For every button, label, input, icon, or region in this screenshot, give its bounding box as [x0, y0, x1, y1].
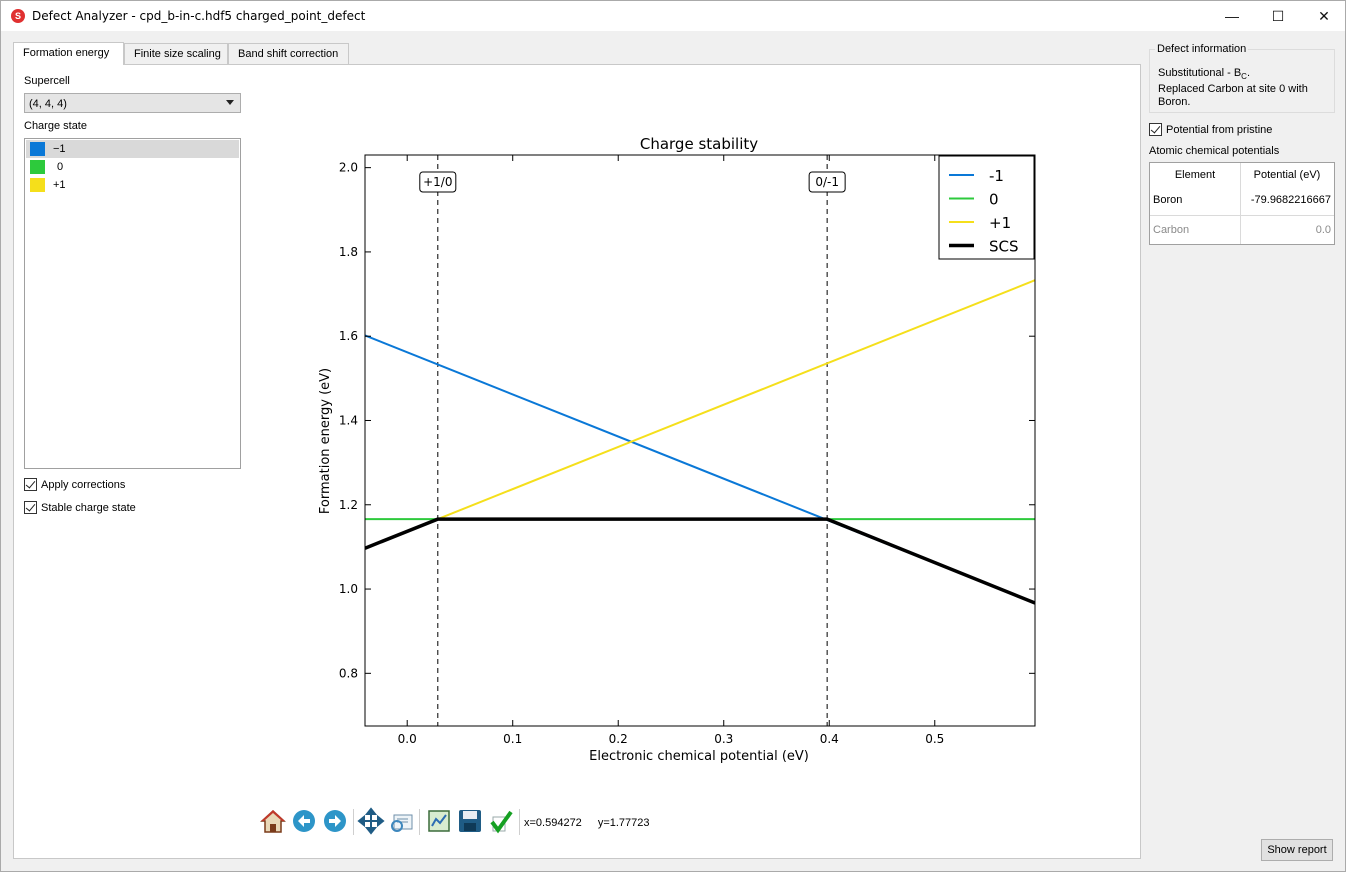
transition-label: +1/0 [423, 175, 452, 189]
edit-check-icon[interactable] [487, 807, 515, 835]
table-cell-potential[interactable]: -79.9682216667 [1242, 194, 1331, 206]
transition-label: 0/-1 [815, 175, 839, 189]
x-tick-label: 0.4 [820, 732, 839, 746]
legend-box [938, 155, 1035, 260]
charge-state-item-minus1[interactable]: −1 [26, 140, 239, 158]
tab-finite-size-scaling[interactable]: Finite size scaling [124, 43, 228, 64]
charge-state-item-label: 0 [57, 161, 64, 173]
charge-state-list[interactable]: −1 0 +1 [24, 138, 241, 469]
y-tick-label: 1.8 [339, 245, 358, 259]
legend-label: +1 [989, 214, 1011, 232]
subplots-icon[interactable] [425, 807, 453, 835]
save-icon[interactable] [456, 807, 484, 835]
chevron-down-icon [226, 100, 234, 105]
toolbar-separator [353, 809, 354, 835]
minimize-button[interactable]: — [1209, 1, 1255, 31]
potential-from-pristine-label: Potential from pristine [1166, 124, 1273, 136]
table-header-potential: Potential (eV) [1253, 169, 1321, 181]
potential-from-pristine-checkbox[interactable] [1149, 123, 1162, 136]
zoom-icon[interactable] [388, 807, 416, 835]
defect-type: Substitutional - BC. [1158, 67, 1250, 82]
legend-label: SCS [989, 238, 1019, 256]
y-tick-label: 1.2 [339, 498, 358, 512]
show-report-button[interactable]: Show report [1261, 839, 1333, 861]
table-header-element: Element [1174, 169, 1216, 181]
home-icon[interactable] [259, 807, 287, 835]
cursor-coordinates: x=0.594272 y=1.77723 [524, 817, 650, 829]
back-icon[interactable] [290, 807, 318, 835]
close-button[interactable]: ✕ [1301, 1, 1346, 31]
table-cell-potential: 0.0 [1315, 224, 1331, 236]
app-window: S Defect Analyzer - cpd_b-in-c.hdf5 char… [0, 0, 1346, 872]
y-tick-label: 2.0 [339, 161, 358, 175]
defect-replacement: Replaced Carbon at site 0 with Boron. [1158, 83, 1308, 109]
tab-formation-energy[interactable]: Formation energy [13, 42, 124, 65]
maximize-button[interactable]: ☐ [1255, 1, 1301, 31]
forward-icon[interactable] [321, 807, 349, 835]
x-axis-label: Electronic chemical potential (eV) [589, 749, 809, 764]
x-tick-label: 0.5 [925, 732, 944, 746]
table-divider [1150, 215, 1334, 216]
defect-information-title: Defect information [1155, 43, 1249, 55]
charge-state-item-plus1[interactable]: +1 [26, 176, 239, 194]
plot-frame [364, 154, 1036, 727]
color-swatch [30, 178, 45, 192]
supercell-value: (4, 4, 4) [29, 98, 67, 110]
charge-state-item-label: +1 [53, 179, 66, 191]
color-swatch [30, 160, 45, 174]
y-axis-label: Formation energy (eV) [318, 368, 333, 514]
legend-label: -1 [989, 167, 1004, 185]
x-tick-label: 0.1 [503, 732, 522, 746]
table-cell-element: Carbon [1153, 224, 1190, 236]
x-tick-label: 0.2 [609, 732, 628, 746]
atomic-potentials-label: Atomic chemical potentials [1149, 145, 1280, 157]
charge-state-item-label: −1 [53, 143, 66, 155]
y-tick-label: 1.0 [339, 582, 358, 596]
charge-stability-chart[interactable]: Charge stability Electronic chemical pot… [301, 126, 1061, 776]
legend-label: 0 [989, 191, 999, 209]
title-bar: S Defect Analyzer - cpd_b-in-c.hdf5 char… [1, 1, 1345, 31]
toolbar-separator [519, 809, 520, 835]
apply-corrections-label: Apply corrections [41, 479, 126, 491]
series-line-plus1 [365, 279, 1035, 550]
coord-y: y=1.77723 [597, 817, 650, 829]
pan-icon[interactable] [357, 807, 385, 835]
x-tick-label: 0.3 [714, 732, 733, 746]
supercell-select[interactable]: (4, 4, 4) [24, 93, 241, 113]
y-tick-label: 0.8 [339, 666, 358, 680]
y-tick-label: 1.4 [339, 413, 358, 427]
series-line-scs [365, 517, 1035, 605]
stable-charge-state-checkbox[interactable] [24, 501, 37, 514]
x-tick-label: 0.0 [398, 732, 417, 746]
charge-state-label: Charge state [24, 120, 87, 132]
y-tick-label: 1.6 [339, 329, 358, 343]
stable-charge-state-label: Stable charge state [41, 502, 136, 514]
supercell-label: Supercell [24, 75, 70, 87]
table-cell-element: Boron [1153, 194, 1183, 206]
apply-corrections-checkbox[interactable] [24, 478, 37, 491]
coord-x: x=0.594272 [524, 817, 582, 829]
chemical-potentials-table[interactable]: Element Potential (eV) Boron -79.9682216… [1149, 162, 1335, 245]
defect-description: Substitutional - BC. Replaced Carbon at … [1158, 67, 1333, 109]
tab-band-shift-correction[interactable]: Band shift correction [228, 43, 349, 64]
window-title: Defect Analyzer - cpd_b-in-c.hdf5 charge… [32, 9, 366, 23]
series-group [365, 155, 1035, 726]
app-logo-icon: S [11, 9, 25, 23]
chart-title: Charge stability [640, 135, 758, 153]
charge-state-item-0[interactable]: 0 [26, 158, 239, 176]
toolbar-separator [419, 809, 420, 835]
color-swatch [30, 142, 45, 156]
